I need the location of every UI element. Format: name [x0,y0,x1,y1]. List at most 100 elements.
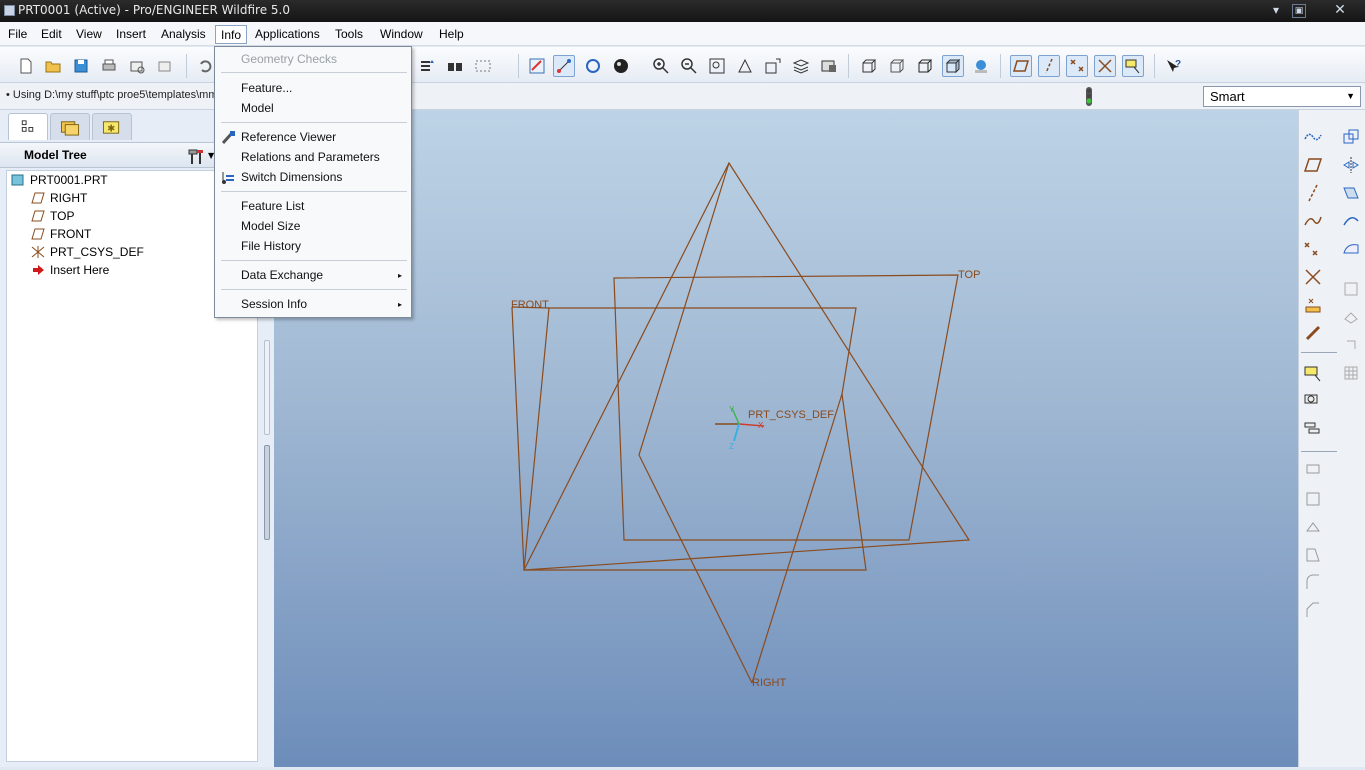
minimize-button[interactable]: ▾ [1266,2,1286,19]
regen-status-light-icon [1083,86,1095,107]
context-help-icon[interactable]: ? [1162,55,1184,77]
annotation-display-icon[interactable] [1122,55,1144,77]
chain-reference-icon[interactable] [1301,321,1325,345]
datum-axis-tool-icon[interactable] [1301,181,1325,205]
close-button[interactable]: ✕ [1330,2,1350,19]
graphics-viewport[interactable]: TOP FRONT RIGHT PRT_CSYS_DEF Y X Z [274,110,1298,767]
menu-item-reference-viewer[interactable]: Reference Viewer [216,128,410,147]
save-icon[interactable] [70,55,92,77]
tab-folder-browser[interactable] [50,113,90,140]
restore-button[interactable]: ▣ [1292,4,1306,18]
datum-axes-display-icon[interactable] [1038,55,1060,77]
menu-item-geometry-checks[interactable]: Geometry Checks [216,50,410,69]
spin-center-icon[interactable] [553,55,575,77]
rib-icon[interactable] [1301,515,1325,539]
mirror-icon[interactable] [1339,153,1363,177]
wireframe-icon[interactable] [858,55,880,77]
tab-model-tree[interactable] [8,113,48,140]
menu-help[interactable]: Help [434,25,469,44]
regenerate-icon[interactable] [416,55,438,77]
menu-file[interactable]: File [3,25,32,44]
chamfer-icon[interactable] [1301,599,1325,623]
menu-bar: File Edit View Insert Analysis Info Appl… [0,22,1365,46]
draft-icon[interactable] [1301,543,1325,567]
sweep-icon[interactable] [1301,417,1325,441]
shading-icon[interactable] [942,55,964,77]
shell-icon[interactable] [1301,487,1325,511]
tree-node-top[interactable]: TOP [31,207,74,225]
menu-view[interactable]: View [71,25,107,44]
menu-item-data-exchange[interactable]: Data Exchange ▸ [216,266,410,285]
menu-info[interactable]: Info [215,25,248,44]
analysis-feature-icon[interactable] [1301,293,1325,317]
tree-node-csys[interactable]: PRT_CSYS_DEF [31,243,144,261]
hidden-line-icon[interactable] [886,55,908,77]
datum-planes-display-icon[interactable] [1010,55,1032,77]
menu-analysis[interactable]: Analysis [156,25,211,44]
print-icon[interactable] [98,55,120,77]
datum-plane-top[interactable] [613,274,959,541]
tree-node-right[interactable]: RIGHT [31,189,87,207]
revolve-icon[interactable] [1301,389,1325,413]
round-icon[interactable] [1301,571,1325,595]
merge-icon[interactable] [1339,181,1363,205]
offset-icon[interactable] [1339,277,1363,301]
menu-item-relations-parameters[interactable]: Relations and Parameters [216,148,410,167]
menu-item-model[interactable]: Model [216,99,410,118]
datum-plane-tool-icon[interactable] [1301,153,1325,177]
tab-favorites[interactable]: ✱ [92,113,132,140]
menu-item-session-info[interactable]: Session Info ▸ [216,295,410,314]
find-icon[interactable] [444,55,466,77]
menu-applications[interactable]: Applications [250,25,325,44]
tree-node-insert-here[interactable]: Insert Here [31,261,109,279]
pattern-icon[interactable] [1339,361,1363,385]
open-folder-icon[interactable] [42,55,64,77]
solidify-icon[interactable] [1339,333,1363,357]
selection-filter-select[interactable]: Smart ▼ [1203,86,1361,107]
menu-item-model-size[interactable]: Model Size [216,217,410,236]
menu-item-feature-list[interactable]: Feature List [216,197,410,216]
trim-icon[interactable] [1339,209,1363,233]
menu-item-file-history[interactable]: File History [216,237,410,256]
email-icon[interactable] [126,55,148,77]
zoom-out-icon[interactable] [678,55,700,77]
datum-csys-tool-icon[interactable] [1301,265,1325,289]
datum-curve-tool-icon[interactable] [1301,209,1325,233]
thicken-icon[interactable] [1339,305,1363,329]
menu-insert[interactable]: Insert [111,25,151,44]
no-hidden-icon[interactable] [914,55,936,77]
saved-views-icon[interactable] [762,55,784,77]
datum-point-tool-icon[interactable] [1301,237,1325,261]
appearance-sphere-icon[interactable] [610,55,632,77]
zoom-in-icon[interactable] [650,55,672,77]
select-box-icon[interactable] [472,55,494,77]
hole-icon[interactable] [1301,459,1325,483]
menu-item-feature[interactable]: Feature... [216,79,410,98]
extrude-icon[interactable] [1301,361,1325,385]
menu-edit[interactable]: Edit [36,25,67,44]
email-link-icon[interactable] [154,55,176,77]
repaint-icon[interactable] [526,55,548,77]
enhanced-realism-icon[interactable] [970,55,992,77]
copy-icon[interactable] [1339,125,1363,149]
datum-points-display-icon[interactable] [1066,55,1088,77]
menu-item-switch-dimensions[interactable]: Switch Dimensions [216,168,410,187]
orient-mode-icon[interactable] [582,55,604,77]
datum-plane-right[interactable] [522,161,971,571]
undo-icon[interactable] [194,55,216,77]
extend-icon[interactable] [1339,237,1363,261]
csys-display-icon[interactable] [1094,55,1116,77]
menu-window[interactable]: Window [375,25,428,44]
panel-splitter[interactable] [262,340,272,540]
tree-node-front[interactable]: FRONT [31,225,91,243]
menu-tools[interactable]: Tools [330,25,368,44]
datum-plane-front[interactable] [511,306,525,571]
layers-icon[interactable] [790,55,812,77]
refit-icon[interactable] [706,55,728,77]
tree-node-part[interactable]: PRT0001.PRT [11,171,108,189]
view-manager-icon[interactable] [818,55,840,77]
tree-settings-icon[interactable] [186,147,208,165]
sketched-datum-curve-icon[interactable] [1301,125,1325,149]
reorient-icon[interactable] [734,55,756,77]
new-file-icon[interactable] [15,55,37,77]
